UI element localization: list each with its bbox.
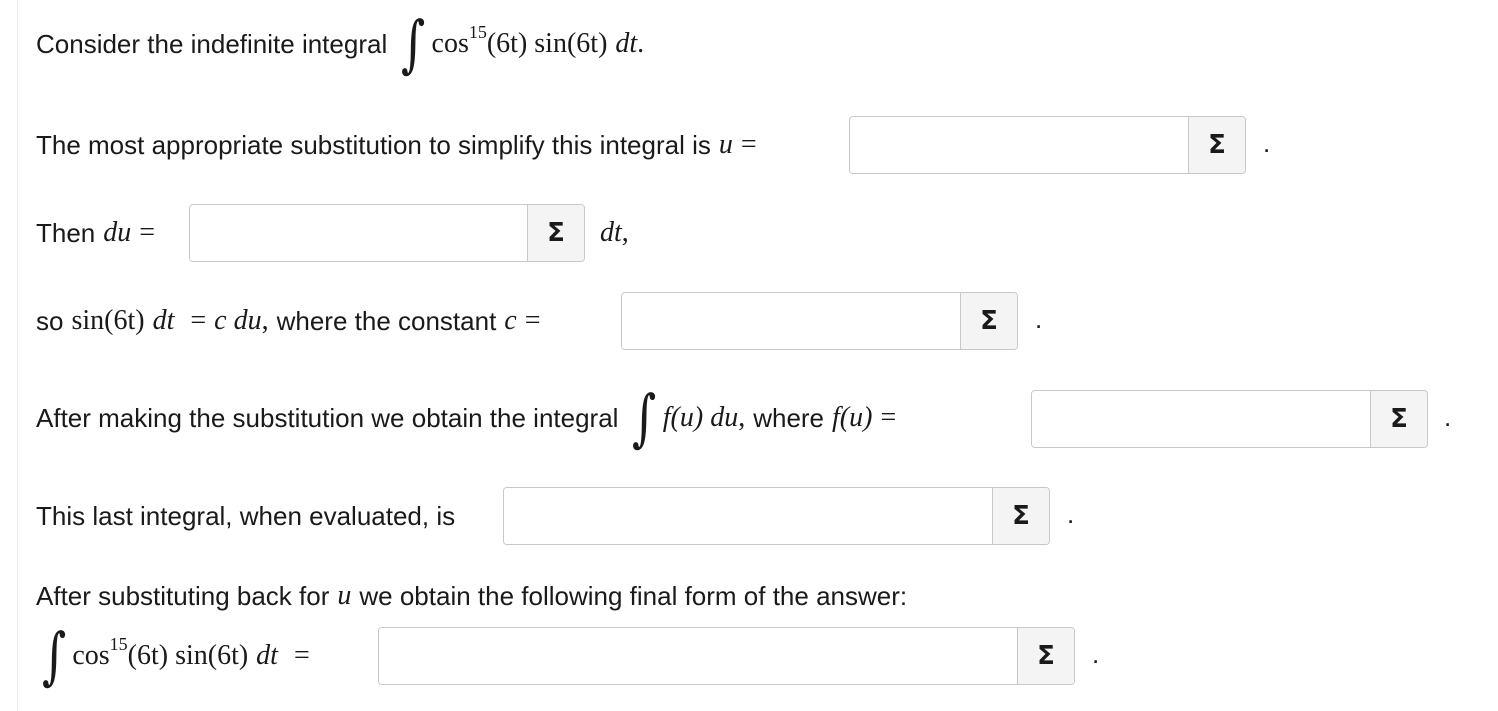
intro-row: Consider the indefinite integral ∫ cos 1…: [36, 12, 644, 76]
u-input[interactable]: [850, 117, 1188, 173]
c-answer-box: Σ: [621, 292, 1018, 350]
final-input[interactable]: [379, 628, 1017, 684]
fu-row: After making the substitution we obtain …: [36, 386, 896, 450]
evaluated-answer-box: Σ: [503, 487, 1050, 545]
equals: =: [190, 305, 207, 336]
period: .: [637, 28, 645, 59]
c-du-text: c du: [214, 305, 262, 336]
constant-row: so sin(6t) dt = c du , where the constan…: [36, 292, 541, 350]
c-input[interactable]: [622, 293, 960, 349]
dt-text: dt: [600, 217, 622, 248]
u-answer-box: Σ: [849, 116, 1246, 174]
cos-text: cos: [72, 640, 110, 671]
equals: =: [139, 217, 156, 248]
u-var: u: [337, 580, 352, 611]
period: .: [1092, 639, 1100, 669]
du-row: Then du =: [36, 204, 155, 262]
dt-text: dt: [615, 28, 638, 59]
constant-text: where the constant: [276, 305, 497, 336]
equals: =: [740, 129, 757, 160]
integrand-args: (6t) sin(6t): [127, 640, 249, 671]
fu-du-text: f(u) du: [662, 402, 739, 433]
intro-text: Consider the indefinite integral: [36, 28, 388, 59]
fu-input[interactable]: [1032, 391, 1370, 447]
equals: =: [524, 305, 541, 336]
fu-answer-box: Σ: [1031, 390, 1428, 448]
cos-text: cos: [431, 28, 469, 59]
sigma-icon[interactable]: Σ: [1370, 391, 1427, 447]
dt-text: dt: [256, 640, 278, 671]
final-answer-row: ∫ cos 15 (6t) sin(6t) dt =: [36, 623, 310, 689]
substitution-text: The most appropriate substitution to sim…: [36, 129, 711, 160]
final-form-text: we obtain the following final form of th…: [359, 580, 908, 611]
then-text: Then: [36, 217, 96, 248]
equals: =: [293, 640, 310, 671]
substituting-back-text: After substituting back for: [36, 580, 330, 611]
sigma-icon[interactable]: Σ: [960, 293, 1017, 349]
evaluated-row: This last integral, when evaluated, is: [36, 487, 455, 545]
problem-page: Consider the indefinite integral ∫ cos 1…: [0, 0, 1498, 711]
substitution-row: The most appropriate substitution to sim…: [36, 116, 757, 174]
du-var: du: [103, 217, 132, 248]
sigma-icon[interactable]: Σ: [1017, 628, 1074, 684]
left-divider: [17, 0, 18, 711]
exponent: 15: [468, 21, 487, 42]
exponent: 15: [109, 633, 128, 654]
integral-sign: ∫: [42, 619, 67, 692]
where-text: where: [753, 402, 825, 433]
period: .: [1444, 402, 1452, 432]
period: .: [1263, 128, 1271, 158]
comma: ,: [261, 305, 269, 336]
du-input[interactable]: [190, 205, 527, 261]
sigma-icon[interactable]: Σ: [1188, 117, 1245, 173]
integrand-args: (6t) sin(6t): [486, 28, 608, 59]
fu-var: f(u): [832, 402, 873, 433]
c-var: c: [504, 305, 517, 336]
integral-sign: ∫: [632, 381, 657, 454]
sin-text: sin(6t): [71, 305, 145, 336]
u-var: u: [718, 129, 733, 160]
sigma-icon[interactable]: Σ: [992, 488, 1049, 544]
dt-text: dt: [152, 305, 175, 336]
evaluated-input[interactable]: [504, 488, 992, 544]
period: .: [1067, 499, 1075, 529]
sigma-icon[interactable]: Σ: [527, 205, 584, 261]
equals: =: [880, 402, 897, 433]
so-text: so: [36, 305, 64, 336]
evaluated-text: This last integral, when evaluated, is: [36, 500, 456, 531]
integral-sign: ∫: [401, 7, 426, 80]
after-sub-text: After making the substitution we obtain …: [36, 402, 619, 433]
comma: ,: [621, 217, 629, 248]
comma: ,: [738, 402, 746, 433]
period: .: [1035, 304, 1043, 334]
du-answer-box: Σ: [189, 204, 585, 262]
final-intro-row: After substituting back for u we obtain …: [36, 574, 907, 618]
final-answer-box: Σ: [378, 627, 1075, 685]
du-suffix: dt ,: [600, 204, 629, 262]
